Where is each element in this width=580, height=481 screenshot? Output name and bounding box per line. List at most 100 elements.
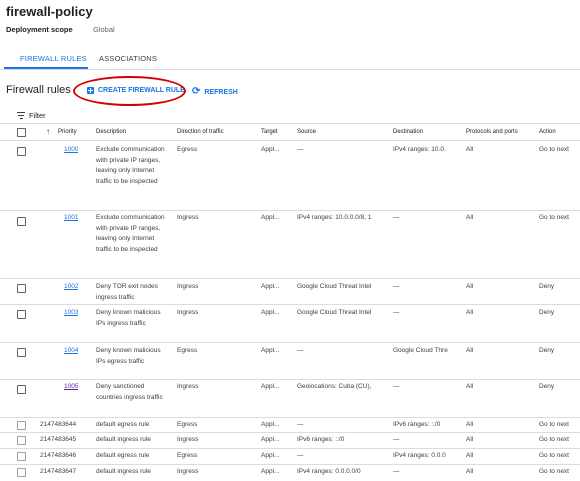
page-title: firewall-policy [6,4,93,19]
tab-associations[interactable]: ASSOCIATIONS [99,54,157,63]
description-cell: Exclude communication with private IP ra… [96,146,165,185]
row-checkbox[interactable] [17,468,26,477]
target-cell: Appl... [261,383,280,390]
column-header-target[interactable]: Target [261,129,278,135]
destination-cell: Google Cloud Thre [393,347,448,354]
row-checkbox[interactable] [17,147,26,156]
source-cell: IPv4 ranges: 10.0.0.0/8, 1 [297,214,372,221]
priority-link[interactable]: 1001 [64,213,78,224]
row-checkbox[interactable] [17,421,26,430]
sort-arrow-up-icon[interactable]: ↑ [46,127,50,136]
destination-cell: — [393,214,400,221]
action-cell: Deny [539,383,555,390]
tab-firewall-rules[interactable]: FIREWALL RULES [20,54,87,63]
direction-cell: Egress [177,421,198,428]
column-header-destination[interactable]: Destination [393,129,423,135]
source-cell: IPv4 ranges: 0.0.0.0/0 [297,468,361,475]
column-header-description[interactable]: Description [96,129,126,135]
description-cell: Deny TOR exit nodes ingress traffic [96,283,158,301]
column-header-priority[interactable]: Priority [58,129,77,135]
protocols-cell: All [466,146,474,153]
row-checkbox[interactable] [17,452,26,461]
source-cell: Google Cloud Threat Intel [297,309,372,316]
column-header-action[interactable]: Action [539,129,556,135]
priority-link[interactable]: 1000 [64,145,78,156]
protocols-cell: All [466,383,474,390]
row-checkbox[interactable] [17,436,26,445]
column-header-source[interactable]: Source [297,129,316,135]
row-checkbox[interactable] [17,217,26,226]
action-cell: Deny [539,309,555,316]
target-cell: Appl... [261,309,280,316]
row-checkbox[interactable] [17,310,26,319]
table-row: 1004 Deny known malicious IPs egress tra… [0,343,580,380]
description-cell: Deny known malicious IPs egress traffic [96,347,161,365]
priority-cell: 2147483647 [40,468,77,475]
row-checkbox[interactable] [17,348,26,357]
row-checkbox[interactable] [17,284,26,293]
action-cell: Go to next [539,452,569,459]
column-header-protocols[interactable]: Protocols and ports [466,129,518,135]
table-row: 1002 Deny TOR exit nodes ingress traffic… [0,279,580,305]
destination-cell: — [393,383,400,390]
destination-cell: — [393,309,400,316]
action-cell: Go to next [539,421,569,428]
deployment-scope-label: Deployment scope [6,25,73,34]
direction-cell: Ingress [177,436,199,443]
row-checkbox[interactable] [17,385,26,394]
source-cell: Geolocations: Cuba (CU), [297,383,372,390]
priority-link[interactable]: 1002 [64,282,78,293]
column-header-direction[interactable]: Direction of traffic [177,129,224,135]
protocols-cell: All [466,347,474,354]
description-cell: default ingress rule [96,436,151,443]
target-cell: Appl... [261,468,280,475]
refresh-button[interactable]: ⟳ REFRESH [192,87,238,97]
protocols-cell: All [466,283,474,290]
destination-cell: — [393,283,400,290]
description-cell: default ingress rule [96,468,151,475]
source-cell: Google Cloud Threat Intel [297,283,372,290]
filter-icon [17,112,25,119]
source-cell: — [297,347,304,354]
target-cell: Appl... [261,452,280,459]
table-row: 2147483645 default ingress rule Ingress … [0,433,580,449]
protocols-cell: All [466,468,474,475]
target-cell: Appl... [261,436,280,443]
description-cell: Deny sanctioned countries ingress traffi… [96,383,163,401]
target-cell: Appl... [261,421,280,428]
action-cell: Deny [539,283,555,290]
description-cell: Exclude communication with private IP ra… [96,214,165,253]
priority-cell: 2147483644 [40,421,77,428]
description-cell: Deny known malicious IPs ingress traffic [96,309,161,327]
direction-cell: Egress [177,452,198,459]
select-all-checkbox[interactable] [17,128,26,137]
table-row: 2147483646 default egress rule Egress Ap… [0,449,580,465]
table-row: 1003 Deny known malicious IPs ingress tr… [0,305,580,343]
direction-cell: Ingress [177,309,199,316]
filter-label: Filter [29,111,46,120]
active-tab-indicator [4,67,88,69]
destination-cell: IPv4 ranges: 10.0. [393,146,446,153]
destination-cell: — [393,468,400,475]
filter-bar[interactable]: Filter [0,108,580,124]
destination-cell: — [393,436,400,443]
table-row: 1005 Deny sanctioned countries ingress t… [0,380,580,418]
description-cell: default egress rule [96,452,150,459]
priority-link[interactable]: 1003 [64,308,78,319]
description-cell: default egress rule [96,421,150,428]
action-cell: Go to next [539,468,569,475]
deployment-scope-value: Global [93,25,115,34]
protocols-cell: All [466,214,474,221]
table-row: 1001 Exclude communication with private … [0,211,580,279]
priority-cell: 2147483646 [40,452,77,459]
action-cell: Go to next [539,214,569,221]
direction-cell: Ingress [177,468,199,475]
refresh-label: REFRESH [204,88,238,96]
protocols-cell: All [466,309,474,316]
priority-cell: 2147483645 [40,436,77,443]
target-cell: Appl... [261,214,280,221]
priority-link[interactable]: 1005 [64,382,78,393]
action-cell: Deny [539,347,555,354]
priority-link[interactable]: 1004 [64,346,78,357]
section-title: Firewall rules [6,84,71,96]
